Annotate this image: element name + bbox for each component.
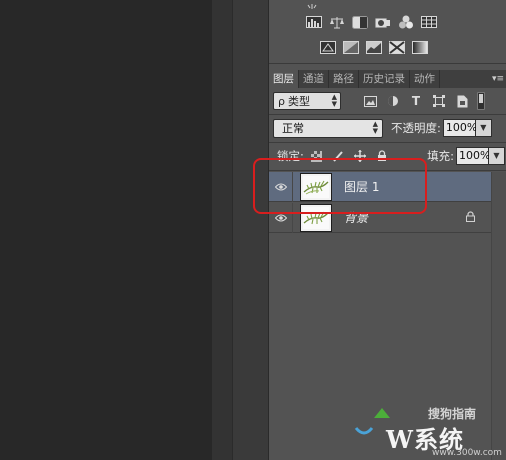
panel-dock-strip [232,0,268,460]
shape-filter-icon[interactable] [432,94,446,108]
adjustment-sun-icon[interactable] [303,0,320,14]
selective-color-icon[interactable] [388,40,405,54]
layer-lock-icon [466,210,475,225]
select-arrows-icon: ▲ ▼ [331,93,337,108]
black-white-icon[interactable] [351,15,368,29]
right-panel: 图层 通道 路径 历史记录 动作 ▾≡ ρ 类型 ▲ ▼ T 正常 ▲ ▼ 不透… [268,0,506,460]
filter-kind-label: 类型 [287,95,310,108]
filter-toggle-switch[interactable] [477,92,485,110]
tab-layers[interactable]: 图层 [269,70,299,88]
filter-kind-select[interactable]: ρ 类型 ▲ ▼ [273,92,341,110]
opacity-label: 不透明度: [391,121,441,135]
posterize-icon[interactable] [342,40,359,54]
smart-object-filter-icon[interactable] [455,94,469,108]
layers-panel-tabs: 图层 通道 路径 历史记录 动作 ▾≡ [269,70,506,88]
tab-history[interactable]: 历史记录 [359,70,410,88]
pixel-filter-icon[interactable] [363,94,377,108]
fill-dropdown-button[interactable]: ▼ [489,147,505,165]
adjustments-panel [269,0,506,64]
document-canvas-area[interactable] [0,0,212,460]
color-lookup-icon[interactable] [420,15,437,29]
divider [269,114,506,115]
gradient-map-icon[interactable] [411,40,428,54]
panel-menu-icon[interactable]: ▾≡ [489,70,506,88]
select-arrows-icon: ▲ ▼ [372,120,378,135]
search-icon: ρ [278,94,285,108]
opacity-input[interactable]: 100% [442,119,477,137]
invert-icon[interactable] [319,40,336,54]
levels-icon[interactable] [305,15,322,29]
watermark: 搜狗指南 W系统 www.300w.com [352,402,506,460]
threshold-icon[interactable] [365,40,382,54]
blend-mode-select[interactable]: 正常 ▲ ▼ [273,118,383,138]
tab-paths[interactable]: 路径 [329,70,359,88]
layer-filter-row: ρ 类型 ▲ ▼ T [273,91,503,111]
blend-mode-row: 正常 ▲ ▼ 不透明度: 100% ▼ [273,118,505,138]
channel-mixer-icon[interactable] [397,15,414,29]
tab-actions[interactable]: 动作 [410,70,440,88]
highlight-annotation [253,158,427,214]
blend-mode-value: 正常 [282,122,304,135]
adjustment-filter-icon[interactable] [386,94,400,108]
watermark-line3: www.300w.com [432,448,502,458]
fill-label: 填充: [427,149,454,163]
type-filter-icon[interactable]: T [409,94,423,108]
fill-input[interactable]: 100% [456,147,490,165]
panel-dock-gutter [212,0,232,460]
photo-filter-icon[interactable] [374,15,391,29]
divider [269,142,506,143]
tab-channels[interactable]: 通道 [299,70,329,88]
color-balance-icon[interactable] [328,15,345,29]
opacity-dropdown-button[interactable]: ▼ [475,119,492,137]
